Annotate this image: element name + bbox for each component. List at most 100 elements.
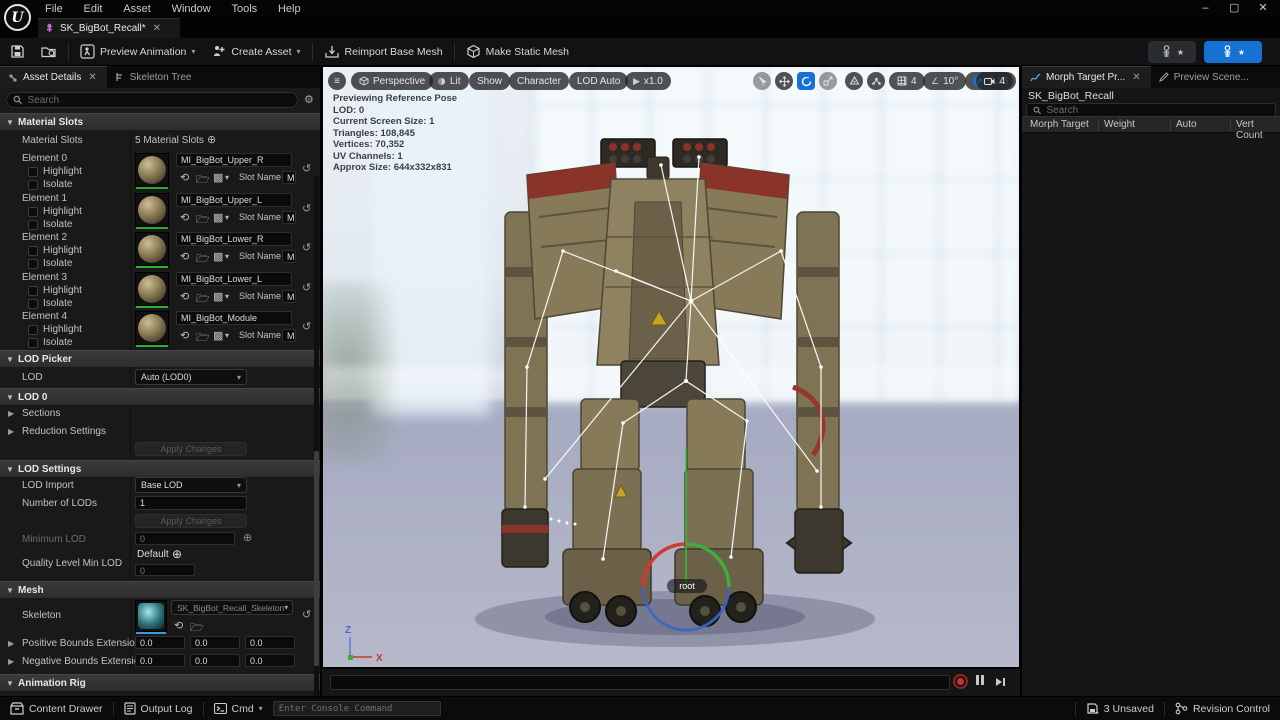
- material-thumbnail[interactable]: [135, 232, 169, 266]
- column-divider[interactable]: [1170, 119, 1171, 131]
- section-lod-picker[interactable]: ▼LOD Picker: [0, 350, 320, 367]
- timeline-scrubber[interactable]: [330, 675, 950, 690]
- section-material-slots[interactable]: ▼Material Slots: [0, 113, 320, 130]
- expander-right-icon[interactable]: ▶: [8, 657, 14, 666]
- viewport-menu-button[interactable]: ≡: [328, 72, 346, 90]
- console-command-input[interactable]: [273, 701, 441, 716]
- slot-name-field[interactable]: MI: [282, 211, 296, 224]
- browse-icon[interactable]: 🗁: [196, 211, 210, 230]
- record-button[interactable]: [953, 674, 968, 689]
- search-input[interactable]: [27, 95, 291, 106]
- reset-to-default-icon[interactable]: ↺: [302, 320, 311, 333]
- reset-to-default-icon[interactable]: ↺: [302, 608, 311, 621]
- tab-skeleton-tree[interactable]: Skeleton Tree: [107, 66, 200, 88]
- add-material-slot-icon[interactable]: ⊕: [207, 133, 216, 146]
- translate-tool-button[interactable]: [775, 72, 793, 90]
- chevron-down-icon[interactable]: ▾: [225, 213, 229, 222]
- asset-tab[interactable]: SK_BigBot_Recall* ✕: [38, 18, 180, 38]
- pos-bounds-z-field[interactable]: 0.0: [245, 636, 295, 649]
- slot-name-field[interactable]: MI: [282, 250, 296, 263]
- step-forward-button[interactable]: [994, 676, 1006, 688]
- preview-viewport[interactable]: root Z X ≡ Perspective Lit Show Characte…: [322, 66, 1020, 668]
- menu-file[interactable]: File: [36, 0, 72, 18]
- lit-mode-button[interactable]: Lit: [429, 72, 469, 90]
- section-mesh[interactable]: ▼Mesh: [0, 581, 320, 598]
- neg-bounds-z-field[interactable]: 0.0: [245, 654, 295, 667]
- lod-auto-button[interactable]: LOD Auto: [569, 72, 628, 90]
- highlight-checkbox[interactable]: [28, 286, 38, 296]
- content-drawer-button[interactable]: Content Drawer: [0, 697, 113, 720]
- perspective-button[interactable]: Perspective: [351, 72, 433, 90]
- scale-tool-button[interactable]: [819, 72, 837, 90]
- cmd-selector[interactable]: Cmd ▾: [204, 697, 273, 720]
- col-vert-count[interactable]: Vert Count: [1236, 119, 1280, 141]
- rotate-tool-button[interactable]: [797, 72, 815, 90]
- slot-name-field[interactable]: MI: [282, 329, 296, 342]
- section-lod-settings[interactable]: ▼LOD Settings: [0, 460, 320, 477]
- material-thumbnail[interactable]: [135, 153, 169, 187]
- tab-asset-details[interactable]: Asset Details ✕: [0, 66, 107, 88]
- isolate-checkbox[interactable]: [28, 338, 38, 348]
- menu-asset[interactable]: Asset: [114, 0, 160, 18]
- quality-min-lod-field[interactable]: 0: [135, 564, 195, 576]
- material-options-icon[interactable]: ▩: [213, 250, 223, 263]
- chevron-down-icon[interactable]: ▾: [225, 331, 229, 340]
- scrollbar-thumb[interactable]: [314, 451, 319, 666]
- neg-bounds-y-field[interactable]: 0.0: [190, 654, 240, 667]
- settings-gear-icon[interactable]: ⚙: [304, 93, 314, 106]
- browse-icon[interactable]: 🗁: [196, 250, 210, 269]
- asset-tab-close-icon[interactable]: ✕: [151, 23, 163, 34]
- minimum-lod-override-icon[interactable]: ⊕: [243, 531, 252, 544]
- menu-tools[interactable]: Tools: [222, 0, 266, 18]
- section-lod0[interactable]: ▼LOD 0: [0, 388, 320, 405]
- lod-dropdown[interactable]: Auto (LOD0)▾: [135, 369, 247, 385]
- skeleton-thumbnail[interactable]: [135, 600, 167, 632]
- browse-to-asset-button[interactable]: [33, 41, 65, 63]
- isolate-checkbox[interactable]: [28, 259, 38, 269]
- material-asset-field[interactable]: MI_BigBot_Lower_R: [176, 232, 292, 246]
- quality-override-icon[interactable]: ⊕: [172, 547, 182, 561]
- pause-button[interactable]: [976, 675, 986, 688]
- unsaved-files-button[interactable]: 3 Unsaved: [1076, 697, 1164, 720]
- minimize-button[interactable]: –: [1192, 1, 1218, 17]
- column-divider[interactable]: [1230, 119, 1231, 131]
- material-options-icon[interactable]: ▩: [213, 171, 223, 184]
- close-button[interactable]: ✕: [1250, 1, 1276, 17]
- favorite-star-icon[interactable]: ★: [1238, 48, 1245, 57]
- expander-right-icon[interactable]: ▶: [8, 427, 14, 436]
- isolate-checkbox[interactable]: [28, 299, 38, 309]
- left-panel-scrollbar[interactable]: [314, 176, 319, 720]
- highlight-checkbox[interactable]: [28, 325, 38, 335]
- use-selected-icon[interactable]: ⟲: [174, 619, 183, 632]
- neg-bounds-x-field[interactable]: 0.0: [135, 654, 185, 667]
- maximize-button[interactable]: ▢: [1221, 1, 1247, 17]
- reset-to-default-icon[interactable]: ↺: [302, 162, 311, 175]
- skeleton-asset-dropdown[interactable]: SK_BigBot_Recall_Skeleton▾: [171, 600, 293, 615]
- preview-animation-button[interactable]: Preview Animation ▾: [72, 41, 203, 63]
- tab-morph-target-preview[interactable]: Morph Target Pr... ✕: [1022, 66, 1151, 88]
- material-asset-field[interactable]: MI_BigBot_Upper_R: [176, 153, 292, 167]
- make-static-mesh-button[interactable]: Make Static Mesh: [458, 41, 577, 63]
- col-morph-target[interactable]: Morph Target: [1030, 119, 1089, 130]
- chevron-down-icon[interactable]: ▾: [225, 292, 229, 301]
- favorite-star-icon[interactable]: ★: [1177, 48, 1184, 57]
- use-selected-icon[interactable]: ⟲: [180, 329, 189, 342]
- browse-icon[interactable]: 🗁: [196, 290, 210, 309]
- use-selected-icon[interactable]: ⟲: [180, 290, 189, 303]
- highlight-checkbox[interactable]: [28, 167, 38, 177]
- column-divider[interactable]: [1098, 119, 1099, 131]
- select-tool-button[interactable]: [753, 72, 771, 90]
- pivot-mode-button[interactable]: [867, 72, 885, 90]
- rotation-snap-button[interactable]: ∠ 10°: [923, 72, 966, 90]
- save-button[interactable]: [0, 41, 33, 63]
- use-selected-icon[interactable]: ⟲: [180, 171, 189, 184]
- show-menu-button[interactable]: Show: [469, 72, 510, 90]
- expander-right-icon[interactable]: ▶: [8, 409, 14, 418]
- material-asset-field[interactable]: MI_BigBot_Lower_L: [176, 272, 292, 286]
- tab-preview-scene[interactable]: Preview Scene...: [1151, 66, 1257, 88]
- camera-speed-button[interactable]: 4: [976, 72, 1013, 90]
- morph-search-input[interactable]: [1046, 105, 1269, 116]
- material-asset-field[interactable]: MI_BigBot_Upper_L: [176, 193, 292, 207]
- material-thumbnail[interactable]: [135, 272, 169, 306]
- material-options-icon[interactable]: ▩: [213, 211, 223, 224]
